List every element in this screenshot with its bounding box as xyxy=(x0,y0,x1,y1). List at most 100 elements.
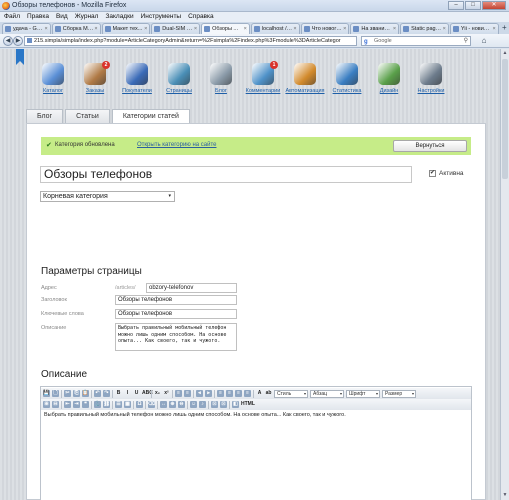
editor-tool-icon[interactable]: Ω xyxy=(136,401,143,408)
admin-menu-item[interactable]: Покупатели xyxy=(118,59,156,103)
admin-menu-item[interactable]: Дизайн xyxy=(370,59,408,103)
editor-tool-icon[interactable]: 💾 xyxy=(43,390,50,397)
tab-close-icon[interactable]: × xyxy=(293,26,296,32)
section-tab[interactable]: Категории статей xyxy=(111,109,190,124)
browser-tab[interactable]: удача - Go... × xyxy=(2,23,51,34)
editor-tool-icon[interactable]: ↔ xyxy=(160,401,167,408)
font-select[interactable]: Шрифт ▾ xyxy=(346,389,380,398)
browser-tab[interactable]: localhost / ... × xyxy=(250,23,300,34)
editor-tool-icon[interactable]: ⊡ xyxy=(220,401,227,408)
editor-tool-icon[interactable]: ⎘ xyxy=(73,390,80,397)
meta-title-input[interactable]: Обзоры телефонов xyxy=(115,295,237,305)
search-input[interactable]: g Google ⚲ xyxy=(361,36,471,46)
admin-menu-item[interactable]: Каталог xyxy=(34,59,72,103)
editor-tool-icon[interactable]: ☺ xyxy=(190,401,197,408)
scrollbar-thumb[interactable] xyxy=(502,59,508,179)
browser-tab[interactable]: Static pages...× xyxy=(400,23,449,34)
admin-menu-item[interactable]: 2 Заказы xyxy=(76,59,114,103)
editor-tool-icon[interactable]: ⊕ xyxy=(169,401,176,408)
style-select[interactable]: Стиль ▾ xyxy=(274,389,308,398)
editor-tool-icon[interactable]: ≡ xyxy=(217,390,224,397)
parent-category-select[interactable]: Корневая категория ▾ xyxy=(40,191,175,202)
browser-tab[interactable]: Что нового ... × xyxy=(300,23,350,34)
admin-menu-item[interactable]: Страницы xyxy=(160,59,198,103)
browser-tab[interactable]: Сборка Ма... × xyxy=(51,23,101,34)
editor-tool-icon[interactable]: ▦ xyxy=(124,401,131,408)
tab-close-icon[interactable]: × xyxy=(343,26,346,32)
menu-item-1[interactable]: Правка xyxy=(27,12,49,22)
minimize-button[interactable]: – xyxy=(448,1,464,10)
meta-keywords-input[interactable]: Обзоры телефонов xyxy=(115,309,237,319)
editor-tool-icon[interactable]: ⊞ xyxy=(43,401,50,408)
open-on-site-link[interactable]: Открыть категорию на сайте xyxy=(137,142,216,148)
editor-tool-icon[interactable]: ⇥ xyxy=(73,401,80,408)
menu-item-3[interactable]: Журнал xyxy=(75,12,99,22)
address-input[interactable]: obzory-telefonov xyxy=(146,283,237,293)
admin-menu-item[interactable]: Блог xyxy=(202,59,240,103)
editor-tool-icon[interactable]: ≡ xyxy=(226,390,233,397)
editor-tool-icon[interactable]: ≡ xyxy=(175,390,182,397)
browser-tab[interactable]: Макет тех... × xyxy=(101,23,151,34)
editor-tool-icon[interactable]: 📋 xyxy=(82,390,89,397)
editor-tool-icon[interactable]: ab xyxy=(265,390,272,397)
home-button[interactable]: ⌂ xyxy=(478,36,490,46)
category-name-input[interactable]: Обзоры телефонов xyxy=(40,166,412,183)
close-window-button[interactable]: ✕ xyxy=(482,1,506,10)
menu-item-2[interactable]: Вид xyxy=(56,12,68,22)
editor-tool-icon[interactable]: U xyxy=(133,390,140,397)
editor-tool-icon[interactable]: I xyxy=(124,390,131,397)
new-tab-button[interactable]: + xyxy=(500,23,509,33)
search-icon[interactable]: ⚲ xyxy=(464,37,468,45)
admin-menu-item[interactable]: 1 Комментарии xyxy=(244,59,282,103)
editor-tool-icon[interactable]: x² xyxy=(163,390,170,397)
editor-tool-icon[interactable]: ⌫ xyxy=(148,401,155,408)
meta-description-textarea[interactable]: Выбрать правильный мобильный телефон мож… xyxy=(115,323,237,351)
url-bar[interactable]: 215.simpla/simpla/index.php?module=Artic… xyxy=(24,36,357,46)
menu-item-6[interactable]: Справка xyxy=(188,12,214,22)
editor-tool-icon[interactable]: ↷ xyxy=(103,390,110,397)
editor-tool-icon[interactable]: A xyxy=(256,390,263,397)
forward-button[interactable]: ▶ xyxy=(13,36,23,46)
editor-tool-icon[interactable]: ⛓ xyxy=(103,401,110,408)
tab-close-icon[interactable]: × xyxy=(393,26,396,32)
back-button-return[interactable]: Вернуться xyxy=(393,140,467,152)
admin-menu-item[interactable]: Автоматизация xyxy=(285,59,325,103)
editor-tool-icon[interactable]: ⚓ xyxy=(94,401,101,408)
editor-tool-icon[interactable]: ⊟ xyxy=(52,401,59,408)
editor-tool-icon[interactable]: ♪ xyxy=(199,401,206,408)
editor-tool-icon[interactable]: ≡ xyxy=(235,390,242,397)
editor-tool-icon[interactable]: B xyxy=(115,390,122,397)
tab-close-icon[interactable]: × xyxy=(443,26,446,32)
scroll-down-icon[interactable]: ▼ xyxy=(502,492,508,499)
editor-tool-icon[interactable]: ≡ xyxy=(244,390,251,397)
html-source-button[interactable]: HTML xyxy=(241,401,255,408)
editor-tool-icon[interactable]: x₂ xyxy=(154,390,161,397)
tab-close-icon[interactable]: × xyxy=(194,26,197,32)
tab-close-icon[interactable]: × xyxy=(45,26,48,32)
editor-tool-icon[interactable]: 🗋 xyxy=(52,390,59,397)
vertical-scrollbar[interactable]: ▲ ▼ xyxy=(500,49,509,500)
browser-tab[interactable]: Обзоры ... × xyxy=(201,23,250,34)
editor-content[interactable]: Выбрать правильный мобильный телефон мож… xyxy=(44,412,346,418)
editor-tool-icon[interactable]: ⫷ xyxy=(196,390,203,397)
editor-tool-icon[interactable]: ≡ xyxy=(184,390,191,397)
maximize-button[interactable]: □ xyxy=(465,1,481,10)
browser-tab[interactable]: Dual-SIM во...× xyxy=(151,23,201,34)
tab-close-icon[interactable]: × xyxy=(492,26,495,32)
editor-tool-icon[interactable]: ↶ xyxy=(94,390,101,397)
editor-tool-icon[interactable]: ⊖ xyxy=(178,401,185,408)
editor-tool-icon[interactable]: ✂ xyxy=(64,390,71,397)
editor-tool-icon[interactable]: ◧ xyxy=(232,401,239,408)
back-button[interactable]: ◀ xyxy=(3,36,13,46)
editor-tool-icon[interactable]: ☰ xyxy=(115,401,122,408)
editor-tool-icon[interactable]: ❝ xyxy=(82,401,89,408)
admin-menu-item[interactable]: Статистика xyxy=(328,59,366,103)
tab-close-icon[interactable]: × xyxy=(144,26,147,32)
menu-item-0[interactable]: Файл xyxy=(4,12,20,22)
size-select[interactable]: Размер ▾ xyxy=(382,389,416,398)
editor-tool-icon[interactable]: ⊡ xyxy=(211,401,218,408)
tab-close-icon[interactable]: × xyxy=(94,26,97,32)
section-tab[interactable]: Статьи xyxy=(65,109,110,124)
browser-tab[interactable]: Yii - новичк... × xyxy=(449,23,499,34)
menu-item-5[interactable]: Инструменты xyxy=(141,12,182,22)
